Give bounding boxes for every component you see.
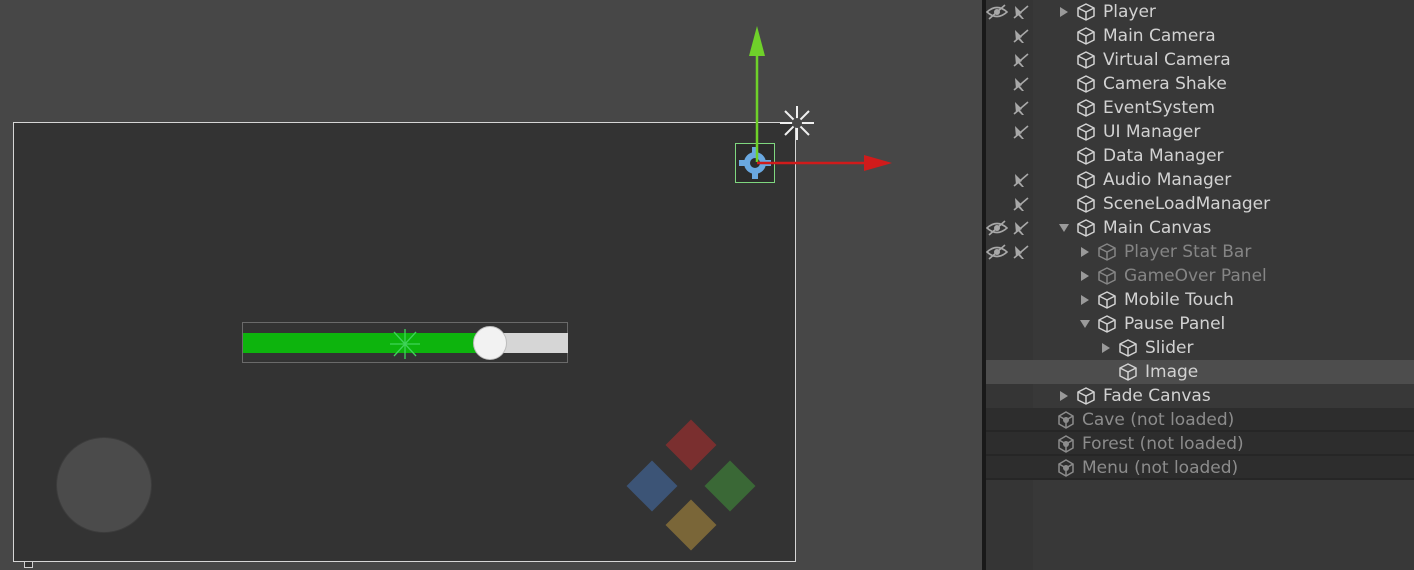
gameobject-cube-icon — [1118, 338, 1138, 358]
unity-scene-icon — [1056, 434, 1076, 454]
hierarchy-row[interactable]: Fade Canvas — [986, 384, 1414, 408]
unity-scene-icon — [1056, 458, 1076, 478]
gameobject-cube-icon — [1076, 98, 1096, 118]
scene-row[interactable]: Menu (not loaded) — [986, 456, 1414, 480]
gameobject-cube-icon — [1076, 122, 1096, 142]
move-tool-gizmo[interactable] — [730, 24, 900, 194]
hierarchy-item-label: Main Canvas — [1103, 218, 1212, 238]
y-axis-arrow-icon[interactable] — [749, 26, 765, 56]
pick-disabled-icon[interactable] — [1012, 196, 1030, 212]
gameobject-cube-icon — [1076, 218, 1096, 238]
gameobject-cube-icon — [1076, 2, 1096, 22]
x-axis-arrow-icon[interactable] — [864, 155, 892, 171]
hierarchy-row[interactable]: Main Canvas — [986, 216, 1414, 240]
hierarchy-item-label: Player Stat Bar — [1124, 242, 1252, 262]
joystick-pad[interactable] — [56, 437, 152, 533]
hierarchy-item-label: Virtual Camera — [1103, 50, 1231, 70]
hierarchy-item-label: Mobile Touch — [1124, 290, 1234, 310]
scene-row[interactable]: Forest (not loaded) — [986, 432, 1414, 456]
hierarchy-item-label: Fade Canvas — [1103, 386, 1211, 406]
scene-view[interactable] — [0, 0, 982, 570]
gameobject-cube-icon — [1076, 74, 1096, 94]
gameobject-cube-icon — [1076, 146, 1096, 166]
gameobject-cube-icon — [1076, 26, 1096, 46]
gameobject-cube-icon — [1076, 386, 1096, 406]
scene-row-label: Menu (not loaded) — [1082, 458, 1239, 478]
eye-hidden-icon[interactable] — [986, 4, 1008, 20]
hierarchy-item-label: Data Manager — [1103, 146, 1224, 166]
fold-arrow-collapsed-icon[interactable] — [1059, 391, 1069, 401]
hierarchy-row[interactable]: SceneLoadManager — [986, 192, 1414, 216]
hierarchy-row[interactable]: Slider — [986, 336, 1414, 360]
hierarchy-row[interactable]: UI Manager — [986, 120, 1414, 144]
pick-disabled-icon[interactable] — [1012, 244, 1030, 260]
hierarchy-row[interactable]: Data Manager — [986, 144, 1414, 168]
hierarchy-row[interactable]: Image — [986, 360, 1414, 384]
hierarchy-row[interactable]: Mobile Touch — [986, 288, 1414, 312]
slider-handle[interactable] — [473, 326, 507, 360]
pick-disabled-icon[interactable] — [1012, 220, 1030, 236]
fold-arrow-collapsed-icon[interactable] — [1080, 295, 1090, 305]
hierarchy-item-label: Image — [1145, 362, 1199, 382]
pick-disabled-icon[interactable] — [1012, 100, 1030, 116]
hierarchy-row[interactable]: Player — [986, 0, 1414, 24]
gameobject-cube-icon — [1076, 170, 1096, 190]
pick-disabled-icon[interactable] — [1012, 52, 1030, 68]
hierarchy-item-label: Slider — [1145, 338, 1194, 358]
pick-disabled-icon[interactable] — [1012, 4, 1030, 20]
pick-disabled-icon[interactable] — [1012, 124, 1030, 140]
unity-scene-icon — [1056, 410, 1076, 430]
hierarchy-row[interactable]: Pause Panel — [986, 312, 1414, 336]
eye-hidden-icon[interactable] — [986, 220, 1008, 236]
gameobject-cube-icon — [1118, 362, 1138, 382]
hierarchy-panel[interactable]: Player Main Camera Virtual Camera Camera Sh… — [986, 0, 1414, 570]
scene-row-label: Cave (not loaded) — [1082, 410, 1235, 430]
hierarchy-item-label: Pause Panel — [1124, 314, 1226, 334]
hierarchy-item-label: EventSystem — [1103, 98, 1216, 118]
hierarchy-row[interactable]: Main Camera — [986, 24, 1414, 48]
fold-arrow-collapsed-icon[interactable] — [1080, 247, 1090, 257]
slider-pivot-icon — [390, 329, 420, 359]
hierarchy-item-label: Audio Manager — [1103, 170, 1232, 190]
hierarchy-row[interactable]: Audio Manager — [986, 168, 1414, 192]
gameobject-cube-icon — [1076, 194, 1096, 214]
hierarchy-item-label: SceneLoadManager — [1103, 194, 1271, 214]
gameobject-cube-icon — [1076, 50, 1096, 70]
hierarchy-item-label: Player — [1103, 2, 1156, 22]
fold-arrow-collapsed-icon[interactable] — [1101, 343, 1111, 353]
scene-row[interactable]: Cave (not loaded) — [986, 408, 1414, 432]
canvas-corner-handle[interactable] — [24, 561, 33, 568]
slider-fill — [243, 333, 490, 353]
hierarchy-row[interactable]: GameOver Panel — [986, 264, 1414, 288]
hierarchy-item-label: Main Camera — [1103, 26, 1216, 46]
scene-row-label: Forest (not loaded) — [1082, 434, 1244, 454]
hierarchy-item-label: GameOver Panel — [1124, 266, 1267, 286]
fold-arrow-collapsed-icon[interactable] — [1080, 271, 1090, 281]
pick-disabled-icon[interactable] — [1012, 76, 1030, 92]
gameobject-cube-icon — [1097, 266, 1117, 286]
hierarchy-row[interactable]: Camera Shake — [986, 72, 1414, 96]
hierarchy-row[interactable]: Virtual Camera — [986, 48, 1414, 72]
fold-arrow-expanded-icon[interactable] — [1059, 223, 1069, 233]
gameobject-cube-icon — [1097, 314, 1117, 334]
pick-disabled-icon[interactable] — [1012, 172, 1030, 188]
gameobject-cube-icon — [1097, 242, 1117, 262]
hierarchy-row[interactable]: EventSystem — [986, 96, 1414, 120]
hierarchy-item-label: UI Manager — [1103, 122, 1201, 142]
fold-arrow-collapsed-icon[interactable] — [1059, 7, 1069, 17]
hierarchy-item-label: Camera Shake — [1103, 74, 1227, 94]
fold-arrow-expanded-icon[interactable] — [1080, 319, 1090, 329]
eye-hidden-icon[interactable] — [986, 244, 1008, 260]
gameobject-cube-icon — [1097, 290, 1117, 310]
pick-disabled-icon[interactable] — [1012, 28, 1030, 44]
hierarchy-row[interactable]: Player Stat Bar — [986, 240, 1414, 264]
